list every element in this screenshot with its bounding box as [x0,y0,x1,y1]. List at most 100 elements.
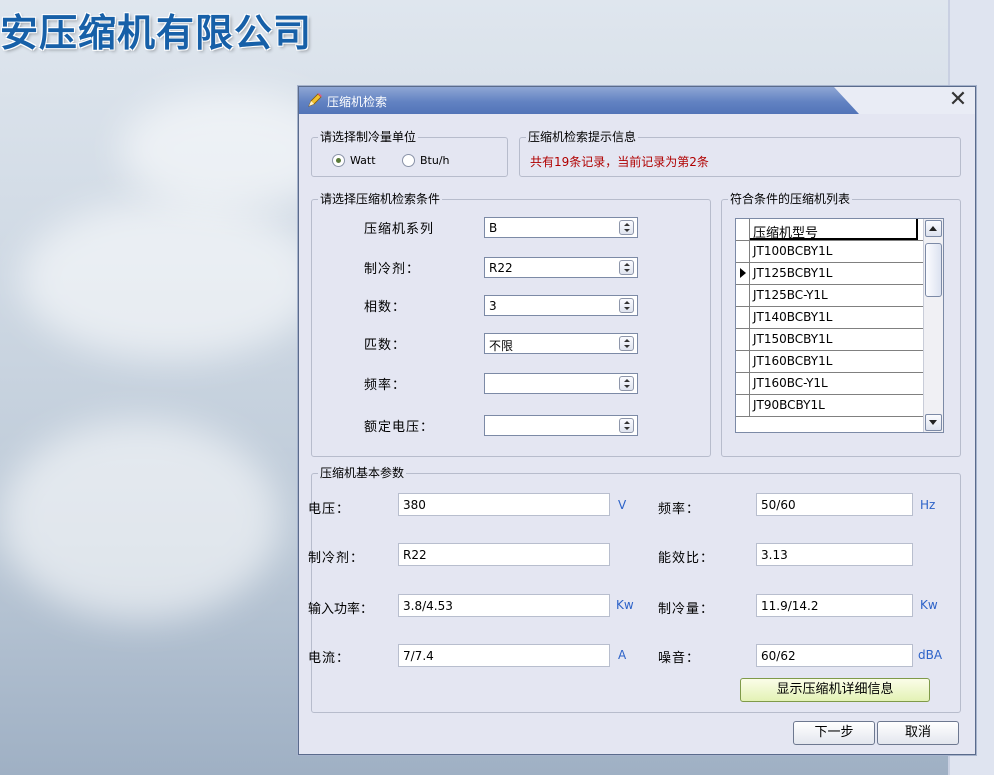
radio-watt[interactable]: Watt [332,154,376,167]
cancel-button[interactable]: 取消 [877,721,959,745]
table-row[interactable]: JT90BCBY1L [736,395,926,417]
table-cell-model: JT125BCBY1L [753,266,833,280]
info-group: 压缩机检索提示信息 共有19条记录，当前记录为第2条 [519,129,961,177]
dropdown-arrow-icon[interactable] [619,298,634,313]
table-cell-model: JT150BCBY1L [753,332,833,346]
dropdown-arrow-icon[interactable] [619,220,634,235]
refrigerant-param-field[interactable]: R22 [398,543,610,566]
series-select[interactable]: B [484,217,638,238]
dropdown-arrow-icon[interactable] [619,336,634,351]
dialog-titlebar[interactable]: 压缩机检索 ✕ [299,87,975,114]
capacity-value: 11.9/14.2 [761,599,819,613]
table-cell-model: JT160BCBY1L [753,354,833,368]
input-power-label: 输入功率： [308,602,374,617]
row-indicator[interactable] [736,307,750,328]
dropdown-arrow-icon[interactable] [619,418,634,433]
radio-btuh-dot[interactable] [402,154,415,167]
capacity-unit: Kw [920,598,938,612]
table-row[interactable]: JT150BCBY1L [736,329,926,351]
radio-btuh[interactable]: Btu/h [402,154,450,167]
noise-field[interactable]: 60/62 [756,644,913,667]
show-details-button[interactable]: 显示压缩机详细信息 [740,678,930,702]
series-label: 压缩机系列 [364,222,435,237]
scroll-up-icon[interactable] [925,220,942,237]
eer-value: 3.13 [761,548,788,562]
dropdown-arrow-icon[interactable] [619,376,634,391]
capacity-label: 制冷量： [658,602,715,617]
freq-param-unit: Hz [920,498,936,512]
compressor-grid[interactable]: 压缩机型号 JT100BCBY1L JT125BCBY1L JT125BC-Y1L J… [735,218,944,433]
current-field[interactable]: 7/7.4 [398,644,610,667]
table-row[interactable]: JT125BC-Y1L [736,285,926,307]
hp-label: 匹数： [364,338,407,353]
voltage-field[interactable]: 380 [398,493,610,516]
close-button[interactable]: ✕ [947,89,969,111]
table-row[interactable]: JT140BCBY1L [736,307,926,329]
dropdown-arrow-icon[interactable] [619,260,634,275]
unit-group-label: 请选择制冷量单位 [318,129,419,145]
input-power-field[interactable]: 3.8/4.53 [398,594,610,617]
rated-voltage-select[interactable] [484,415,638,436]
table-cell-model: JT100BCBY1L [753,244,833,258]
series-value: B [489,221,498,235]
refrigerant-select[interactable]: R22 [484,257,638,278]
cloud [0,420,280,620]
current-value: 7/7.4 [403,649,434,663]
refrigerant-value: R22 [489,261,513,275]
capacity-field[interactable]: 11.9/14.2 [756,594,913,617]
unit-group: 请选择制冷量单位 Watt Btu/h [311,129,508,177]
table-row[interactable]: JT100BCBY1L [736,241,926,263]
current-row-indicator-icon[interactable] [736,263,750,284]
row-indicator[interactable] [736,395,750,416]
table-row[interactable]: JT160BC-Y1L [736,373,926,395]
row-indicator[interactable] [736,285,750,306]
company-title: 安压缩机有限公司 [0,11,313,55]
radio-btuh-label: Btu/h [420,154,450,167]
next-button[interactable]: 下一步 [793,721,875,745]
scroll-down-icon[interactable] [925,414,942,431]
hp-select[interactable]: 不限 [484,333,638,354]
params-group-label: 压缩机基本参数 [318,465,407,481]
freq-param-label: 频率： [658,502,701,517]
noise-label: 噪音： [658,651,701,666]
list-group-label: 符合条件的压缩机列表 [728,191,853,207]
input-power-value: 3.8/4.53 [403,599,453,613]
cloud [20,200,320,360]
row-indicator[interactable] [736,351,750,372]
scroll-thumb[interactable] [925,243,942,297]
params-group: 压缩机基本参数 电压： 380 V 频率： 50/60 Hz 制冷剂： R22 … [308,465,961,713]
row-indicator[interactable] [736,329,750,350]
grid-scrollbar[interactable] [923,219,943,432]
voltage-value: 380 [403,498,426,512]
refrigerant-label: 制冷剂： [364,262,421,277]
dialog-title: 压缩机检索 [327,95,388,109]
radio-watt-dot[interactable] [332,154,345,167]
table-cell-model: JT90BCBY1L [753,398,825,412]
freq-param-field[interactable]: 50/60 [756,493,913,516]
eer-field[interactable]: 3.13 [756,543,913,566]
hp-value: 不限 [489,339,514,353]
criteria-group-label: 请选择压缩机检索条件 [318,191,443,207]
input-power-unit: Kw [616,598,634,612]
frequency-select[interactable] [484,373,638,394]
table-cell-model: JT160BC-Y1L [753,376,828,390]
rated-voltage-label: 额定电压： [364,420,435,435]
voltage-unit: V [618,498,627,512]
compressor-search-dialog: 压缩机检索 ✕ 请选择制冷量单位 Watt Btu/h 压缩机检索提示信息 共有… [298,86,976,755]
record-info-text: 共有19条记录，当前记录为第2条 [530,155,709,169]
voltage-label: 电压： [308,502,351,517]
grid-header: 压缩机型号 [736,219,926,241]
row-indicator[interactable] [736,241,750,262]
phase-value: 3 [489,299,497,313]
table-row[interactable]: JT160BCBY1L [736,351,926,373]
table-row[interactable]: JT125BCBY1L [736,263,926,285]
current-unit: A [618,648,627,662]
row-indicator[interactable] [736,373,750,394]
eer-label: 能效比： [658,551,715,566]
info-group-label: 压缩机检索提示信息 [526,129,639,145]
noise-unit: dBA [918,648,943,662]
criteria-group: 请选择压缩机检索条件 压缩机系列 B 制冷剂： R22 相数： 3 匹数： 不限… [311,191,711,457]
phase-label: 相数： [364,300,407,315]
frequency-label: 频率： [364,378,407,393]
phase-select[interactable]: 3 [484,295,638,316]
